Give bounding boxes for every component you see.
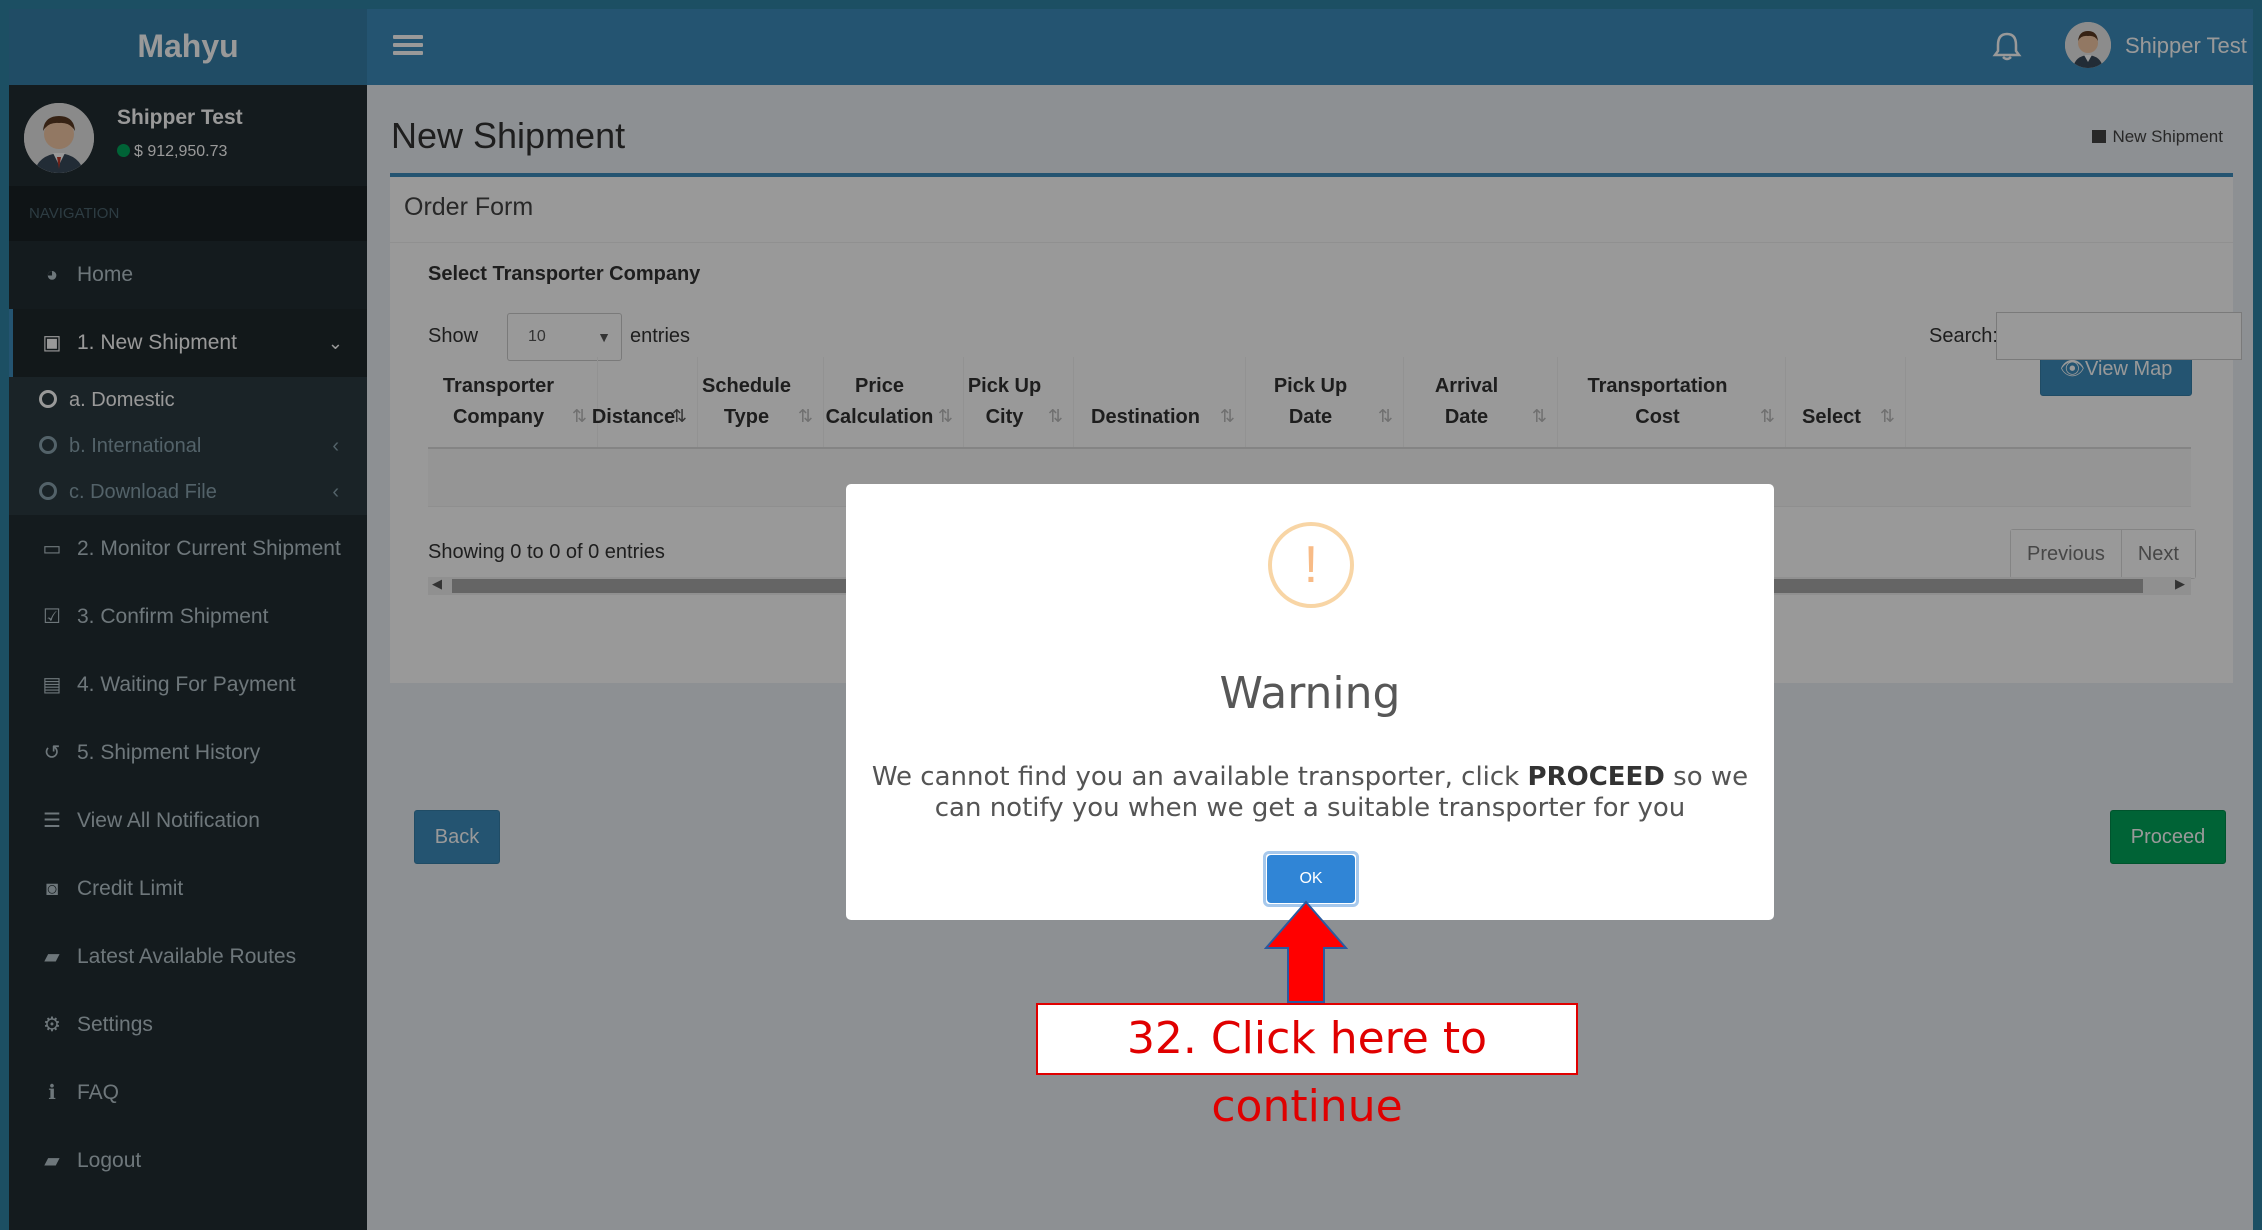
warning-dialog: ! Warning We cannot find you an availabl… [846,484,1774,920]
warning-icon: ! [1268,522,1354,608]
dialog-message: We cannot find you an available transpor… [871,762,1749,823]
dialog-title: Warning [1219,668,1401,719]
instruction-callout: 32. Click here to continue [1036,1003,1578,1132]
arrow-up-icon [1264,900,1348,1003]
ok-button[interactable]: OK [1267,855,1355,903]
